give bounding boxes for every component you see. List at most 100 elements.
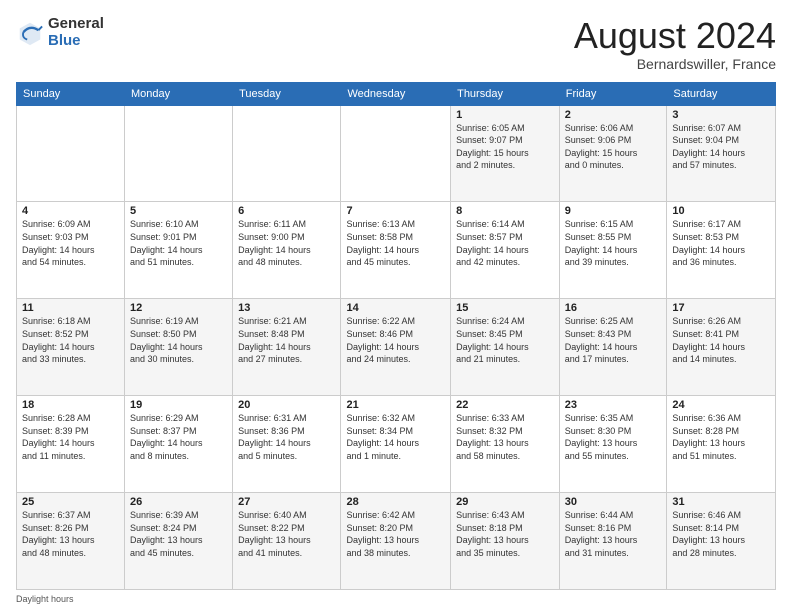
day-info: Sunrise: 6:26 AM Sunset: 8:41 PM Dayligh…: [672, 315, 770, 365]
week-row-0: 1Sunrise: 6:05 AM Sunset: 9:07 PM Daylig…: [17, 105, 776, 202]
day-number: 29: [456, 496, 554, 508]
day-number: 4: [22, 205, 119, 217]
day-number: 12: [130, 302, 227, 314]
day-info: Sunrise: 6:33 AM Sunset: 8:32 PM Dayligh…: [456, 412, 554, 462]
day-info: Sunrise: 6:10 AM Sunset: 9:01 PM Dayligh…: [130, 218, 227, 268]
calendar-cell: 1Sunrise: 6:05 AM Sunset: 9:07 PM Daylig…: [451, 105, 560, 202]
day-number: 21: [346, 399, 445, 411]
day-number: 26: [130, 496, 227, 508]
header-sunday: Sunday: [17, 82, 125, 105]
day-number: 25: [22, 496, 119, 508]
title-month: August 2024: [574, 16, 776, 56]
day-info: Sunrise: 6:18 AM Sunset: 8:52 PM Dayligh…: [22, 315, 119, 365]
day-number: 9: [565, 205, 662, 217]
calendar-cell: 3Sunrise: 6:07 AM Sunset: 9:04 PM Daylig…: [667, 105, 776, 202]
day-number: 7: [346, 205, 445, 217]
day-number: 19: [130, 399, 227, 411]
calendar-cell: 5Sunrise: 6:10 AM Sunset: 9:01 PM Daylig…: [124, 202, 232, 299]
calendar-cell: 22Sunrise: 6:33 AM Sunset: 8:32 PM Dayli…: [451, 396, 560, 493]
logo-icon: [16, 19, 44, 47]
header-monday: Monday: [124, 82, 232, 105]
calendar-cell: 25Sunrise: 6:37 AM Sunset: 8:26 PM Dayli…: [17, 493, 125, 590]
calendar-cell: 26Sunrise: 6:39 AM Sunset: 8:24 PM Dayli…: [124, 493, 232, 590]
day-number: 15: [456, 302, 554, 314]
calendar-cell: 9Sunrise: 6:15 AM Sunset: 8:55 PM Daylig…: [559, 202, 667, 299]
day-number: 17: [672, 302, 770, 314]
day-number: 8: [456, 205, 554, 217]
day-number: 31: [672, 496, 770, 508]
calendar-cell: 12Sunrise: 6:19 AM Sunset: 8:50 PM Dayli…: [124, 299, 232, 396]
calendar-cell: [17, 105, 125, 202]
calendar-cell: 21Sunrise: 6:32 AM Sunset: 8:34 PM Dayli…: [341, 396, 451, 493]
calendar-cell: [341, 105, 451, 202]
calendar-cell: 6Sunrise: 6:11 AM Sunset: 9:00 PM Daylig…: [233, 202, 341, 299]
calendar-cell: 28Sunrise: 6:42 AM Sunset: 8:20 PM Dayli…: [341, 493, 451, 590]
day-info: Sunrise: 6:35 AM Sunset: 8:30 PM Dayligh…: [565, 412, 662, 462]
title-location: Bernardswiller, France: [574, 56, 776, 72]
calendar-cell: 24Sunrise: 6:36 AM Sunset: 8:28 PM Dayli…: [667, 396, 776, 493]
calendar-header: Sunday Monday Tuesday Wednesday Thursday…: [17, 82, 776, 105]
header-row: Sunday Monday Tuesday Wednesday Thursday…: [17, 82, 776, 105]
calendar-cell: [233, 105, 341, 202]
day-number: 30: [565, 496, 662, 508]
day-info: Sunrise: 6:46 AM Sunset: 8:14 PM Dayligh…: [672, 509, 770, 559]
day-info: Sunrise: 6:06 AM Sunset: 9:06 PM Dayligh…: [565, 122, 662, 172]
week-row-3: 18Sunrise: 6:28 AM Sunset: 8:39 PM Dayli…: [17, 396, 776, 493]
calendar-cell: 4Sunrise: 6:09 AM Sunset: 9:03 PM Daylig…: [17, 202, 125, 299]
day-info: Sunrise: 6:13 AM Sunset: 8:58 PM Dayligh…: [346, 218, 445, 268]
calendar-cell: 19Sunrise: 6:29 AM Sunset: 8:37 PM Dayli…: [124, 396, 232, 493]
day-info: Sunrise: 6:36 AM Sunset: 8:28 PM Dayligh…: [672, 412, 770, 462]
header: General Blue August 2024 Bernardswiller,…: [16, 16, 776, 72]
day-info: Sunrise: 6:11 AM Sunset: 9:00 PM Dayligh…: [238, 218, 335, 268]
calendar-cell: 27Sunrise: 6:40 AM Sunset: 8:22 PM Dayli…: [233, 493, 341, 590]
calendar-table: Sunday Monday Tuesday Wednesday Thursday…: [16, 82, 776, 590]
day-info: Sunrise: 6:21 AM Sunset: 8:48 PM Dayligh…: [238, 315, 335, 365]
day-info: Sunrise: 6:29 AM Sunset: 8:37 PM Dayligh…: [130, 412, 227, 462]
header-saturday: Saturday: [667, 82, 776, 105]
day-number: 13: [238, 302, 335, 314]
calendar-cell: 16Sunrise: 6:25 AM Sunset: 8:43 PM Dayli…: [559, 299, 667, 396]
day-number: 14: [346, 302, 445, 314]
day-info: Sunrise: 6:24 AM Sunset: 8:45 PM Dayligh…: [456, 315, 554, 365]
calendar-cell: 10Sunrise: 6:17 AM Sunset: 8:53 PM Dayli…: [667, 202, 776, 299]
day-number: 3: [672, 109, 770, 121]
day-number: 6: [238, 205, 335, 217]
day-info: Sunrise: 6:15 AM Sunset: 8:55 PM Dayligh…: [565, 218, 662, 268]
day-info: Sunrise: 6:44 AM Sunset: 8:16 PM Dayligh…: [565, 509, 662, 559]
calendar-cell: 11Sunrise: 6:18 AM Sunset: 8:52 PM Dayli…: [17, 299, 125, 396]
day-number: 28: [346, 496, 445, 508]
day-info: Sunrise: 6:32 AM Sunset: 8:34 PM Dayligh…: [346, 412, 445, 462]
day-number: 5: [130, 205, 227, 217]
day-number: 20: [238, 399, 335, 411]
logo-blue-text: Blue: [48, 33, 104, 50]
calendar-cell: [124, 105, 232, 202]
day-info: Sunrise: 6:40 AM Sunset: 8:22 PM Dayligh…: [238, 509, 335, 559]
day-info: Sunrise: 6:42 AM Sunset: 8:20 PM Dayligh…: [346, 509, 445, 559]
day-info: Sunrise: 6:28 AM Sunset: 8:39 PM Dayligh…: [22, 412, 119, 462]
footer-note: Daylight hours: [16, 594, 776, 604]
calendar-cell: 14Sunrise: 6:22 AM Sunset: 8:46 PM Dayli…: [341, 299, 451, 396]
day-info: Sunrise: 6:37 AM Sunset: 8:26 PM Dayligh…: [22, 509, 119, 559]
title-block: August 2024 Bernardswiller, France: [574, 16, 776, 72]
calendar-cell: 18Sunrise: 6:28 AM Sunset: 8:39 PM Dayli…: [17, 396, 125, 493]
logo-general-text: General: [48, 16, 104, 33]
day-number: 22: [456, 399, 554, 411]
day-info: Sunrise: 6:14 AM Sunset: 8:57 PM Dayligh…: [456, 218, 554, 268]
calendar-cell: 20Sunrise: 6:31 AM Sunset: 8:36 PM Dayli…: [233, 396, 341, 493]
day-info: Sunrise: 6:05 AM Sunset: 9:07 PM Dayligh…: [456, 122, 554, 172]
day-number: 23: [565, 399, 662, 411]
day-number: 18: [22, 399, 119, 411]
calendar-cell: 8Sunrise: 6:14 AM Sunset: 8:57 PM Daylig…: [451, 202, 560, 299]
calendar-cell: 23Sunrise: 6:35 AM Sunset: 8:30 PM Dayli…: [559, 396, 667, 493]
day-number: 1: [456, 109, 554, 121]
header-wednesday: Wednesday: [341, 82, 451, 105]
header-friday: Friday: [559, 82, 667, 105]
calendar-cell: 29Sunrise: 6:43 AM Sunset: 8:18 PM Dayli…: [451, 493, 560, 590]
calendar-cell: 13Sunrise: 6:21 AM Sunset: 8:48 PM Dayli…: [233, 299, 341, 396]
calendar-cell: 30Sunrise: 6:44 AM Sunset: 8:16 PM Dayli…: [559, 493, 667, 590]
day-number: 16: [565, 302, 662, 314]
calendar-cell: 15Sunrise: 6:24 AM Sunset: 8:45 PM Dayli…: [451, 299, 560, 396]
logo-text: General Blue: [48, 16, 104, 49]
day-info: Sunrise: 6:22 AM Sunset: 8:46 PM Dayligh…: [346, 315, 445, 365]
day-info: Sunrise: 6:31 AM Sunset: 8:36 PM Dayligh…: [238, 412, 335, 462]
